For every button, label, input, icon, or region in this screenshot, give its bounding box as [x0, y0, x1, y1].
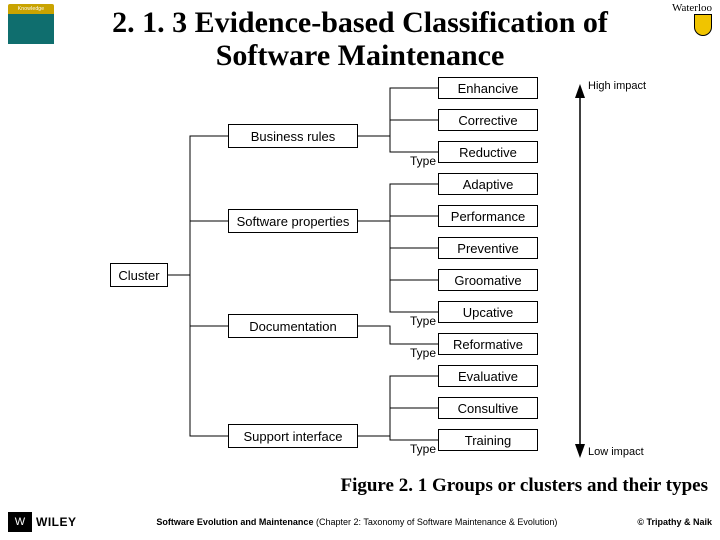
knowledge-logo: Knowledge: [8, 4, 54, 44]
type-upcative: Upcative: [438, 301, 538, 323]
connectors-svg: [110, 76, 710, 474]
footer-book-rest: (Chapter 2: Taxonomy of Software Mainten…: [313, 517, 557, 527]
type-enhancive: Enhancive: [438, 77, 538, 99]
type-reformative: Reformative: [438, 333, 538, 355]
cluster-documentation: Documentation: [228, 314, 358, 338]
type-preventive: Preventive: [438, 237, 538, 259]
low-impact-label: Low impact: [588, 446, 644, 458]
knowledge-square: [8, 14, 54, 44]
cluster-support-interface: Support interface: [228, 424, 358, 448]
wiley-name: WILEY: [36, 515, 77, 529]
cluster-software-properties: Software properties: [228, 209, 358, 233]
type-label-4: Type: [380, 442, 436, 456]
figure-caption: Figure 2. 1 Groups or clusters and their…: [0, 475, 708, 497]
page-title: 2. 1. 3 Evidence-based Classification of…: [60, 6, 660, 72]
slide: Knowledge Waterloo 2. 1. 3 Evidence-base…: [0, 0, 720, 540]
footer-book: Software Evolution and Maintenance (Chap…: [77, 517, 638, 527]
footer: W WILEY Software Evolution and Maintenan…: [0, 512, 720, 532]
type-label-3: Type: [380, 346, 436, 360]
wiley-mark-icon: W: [8, 512, 32, 532]
waterloo-logo: Waterloo: [672, 2, 712, 36]
type-evaluative: Evaluative: [438, 365, 538, 387]
type-label-2: Type: [380, 314, 436, 328]
waterloo-text: Waterloo: [672, 2, 712, 14]
footer-copyright: © Tripathy & Naik: [637, 517, 712, 527]
type-groomative: Groomative: [438, 269, 538, 291]
wiley-logo: W WILEY: [8, 512, 77, 532]
knowledge-band: Knowledge: [8, 4, 54, 14]
type-corrective: Corrective: [438, 109, 538, 131]
knowledge-text: Knowledge: [18, 6, 45, 12]
type-training: Training: [438, 429, 538, 451]
crest-icon: [694, 14, 712, 36]
type-performance: Performance: [438, 205, 538, 227]
type-label-1: Type: [380, 154, 436, 168]
cluster-business-rules: Business rules: [228, 124, 358, 148]
footer-book-bold: Software Evolution and Maintenance: [156, 517, 313, 527]
root-node: Cluster: [110, 263, 168, 287]
diagram: Cluster Business rules Software properti…: [110, 76, 710, 474]
root-label: Cluster: [118, 268, 159, 283]
type-consultive: Consultive: [438, 397, 538, 419]
type-reductive: Reductive: [438, 141, 538, 163]
type-adaptive: Adaptive: [438, 173, 538, 195]
high-impact-label: High impact: [588, 80, 646, 92]
